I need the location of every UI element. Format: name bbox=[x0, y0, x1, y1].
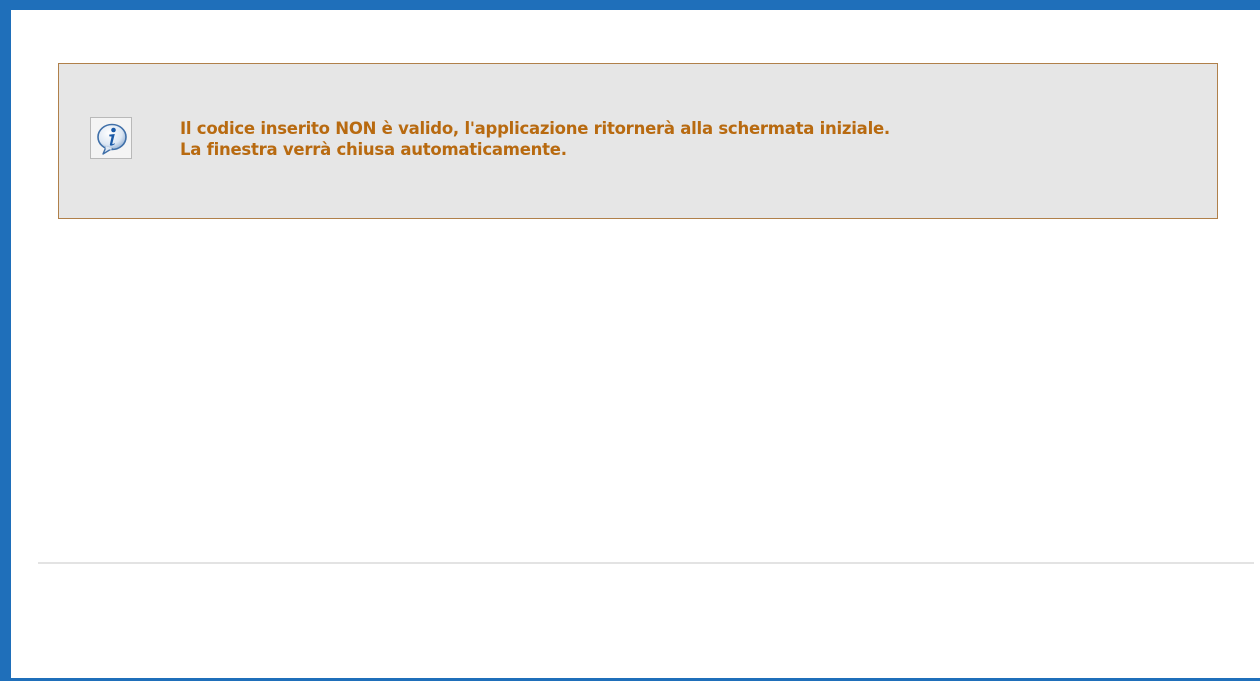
message-line-2: La finestra verrà chiusa automaticamente… bbox=[180, 140, 567, 159]
message-panel: Il codice inserito NON è valido, l'appli… bbox=[58, 63, 1218, 219]
info-icon bbox=[90, 117, 132, 159]
message-text: Il codice inserito NON è valido, l'appli… bbox=[180, 118, 890, 160]
dialog-content: Il codice inserito NON è valido, l'appli… bbox=[11, 10, 1260, 678]
footer-divider bbox=[38, 562, 1254, 564]
info-icon-graphic bbox=[97, 123, 127, 155]
dialog-window: Il codice inserito NON è valido, l'appli… bbox=[0, 0, 1260, 681]
message-line-1: Il codice inserito NON è valido, l'appli… bbox=[180, 119, 890, 138]
